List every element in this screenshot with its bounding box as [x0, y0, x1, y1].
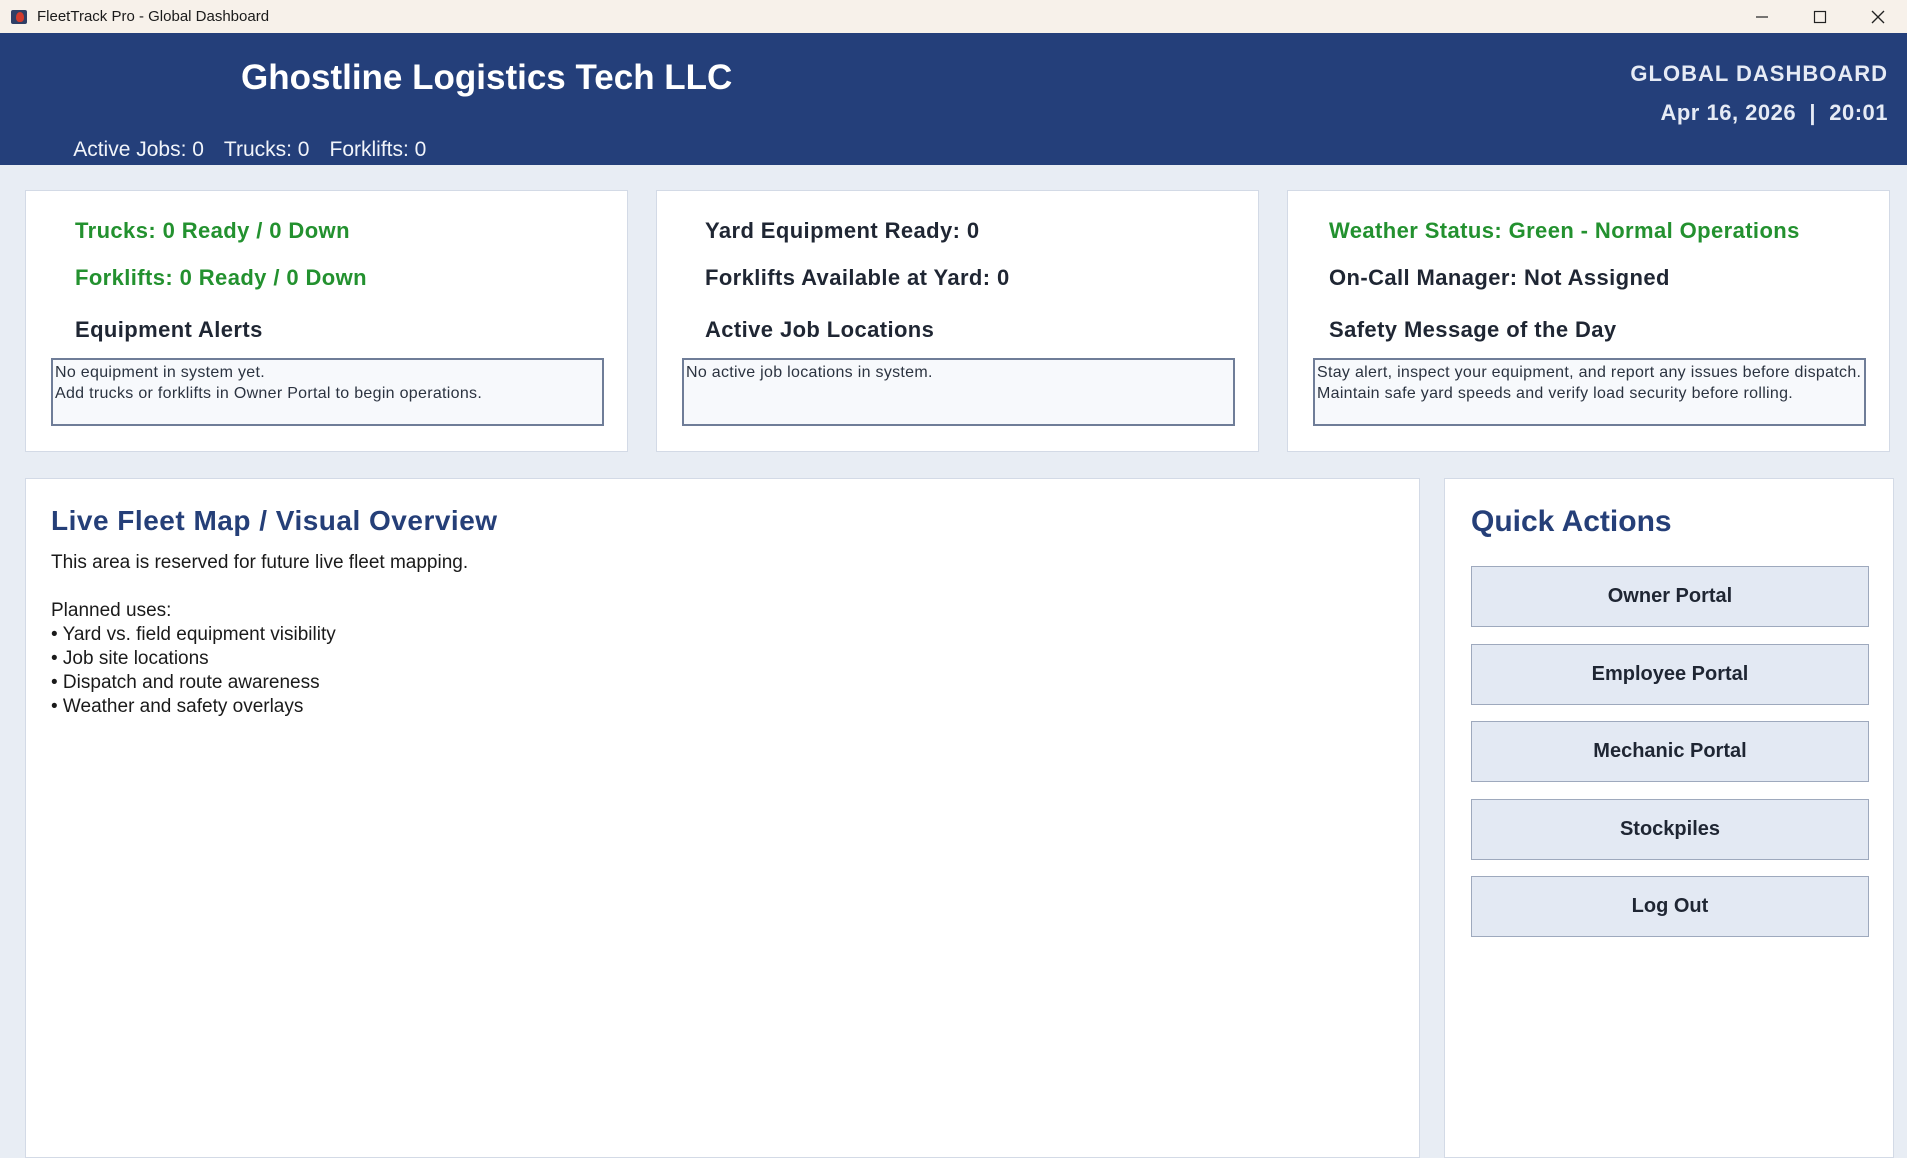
equipment-status-card: Trucks: 0 Ready / 0 Down Forklifts: 0 Re… [25, 190, 628, 452]
header-stats: Active Jobs: 0 Trucks: 0 Forklifts: 0 [51, 114, 446, 186]
forklifts-count: Forklifts: 0 [329, 138, 427, 161]
trucks-status: Trucks: 0 Ready / 0 Down [75, 218, 350, 243]
log-out-button[interactable]: Log Out [1471, 876, 1869, 937]
safety-message-box[interactable]: Stay alert, inspect your equipment, and … [1313, 358, 1866, 426]
employee-portal-button[interactable]: Employee Portal [1471, 644, 1869, 705]
forklifts-status: Forklifts: 0 Ready / 0 Down [75, 265, 367, 290]
job-locations-box[interactable]: No active job locations in system. [682, 358, 1235, 426]
trucks-count: Trucks: 0 [223, 138, 310, 161]
weather-status: Weather Status: Green - Normal Operation… [1329, 218, 1800, 243]
map-description: This area is reserved for future live fl… [51, 552, 469, 717]
mechanic-portal-button[interactable]: Mechanic Portal [1471, 721, 1869, 782]
map-title: Live Fleet Map / Visual Overview [51, 505, 498, 536]
fleet-map-panel: Live Fleet Map / Visual Overview This ar… [25, 478, 1420, 1158]
date-time: Apr 16, 2026 | 20:01 [1660, 100, 1888, 125]
dashboard-header: Ghostline Logistics Tech LLC Active Jobs… [0, 33, 1907, 165]
on-call-manager: On-Call Manager: Not Assigned [1329, 265, 1670, 290]
active-jobs-count: Active Jobs: 0 [73, 138, 204, 161]
yard-status-card: Yard Equipment Ready: 0 Forklifts Availa… [656, 190, 1259, 452]
company-name: Ghostline Logistics Tech LLC [241, 58, 733, 97]
minimize-icon[interactable] [1733, 0, 1791, 33]
app-icon [9, 7, 29, 27]
owner-portal-button[interactable]: Owner Portal [1471, 566, 1869, 627]
job-locations-heading: Active Job Locations [705, 317, 935, 342]
maximize-icon[interactable] [1791, 0, 1849, 33]
stockpiles-button[interactable]: Stockpiles [1471, 799, 1869, 860]
equipment-alerts-box[interactable]: No equipment in system yet. Add trucks o… [51, 358, 604, 426]
yard-equipment-ready: Yard Equipment Ready: 0 [705, 218, 980, 243]
close-icon[interactable] [1849, 0, 1907, 33]
dashboard-label: GLOBAL DASHBOARD [1630, 61, 1888, 86]
window-titlebar: FleetTrack Pro - Global Dashboard [0, 0, 1907, 33]
safety-message-heading: Safety Message of the Day [1329, 317, 1617, 342]
quick-actions-panel: Quick Actions Owner Portal Employee Port… [1444, 478, 1894, 1158]
quick-actions-title: Quick Actions [1471, 505, 1672, 538]
forklifts-available: Forklifts Available at Yard: 0 [705, 265, 1010, 290]
equipment-alerts-heading: Equipment Alerts [75, 317, 263, 342]
weather-safety-card: Weather Status: Green - Normal Operation… [1287, 190, 1890, 452]
window-title: FleetTrack Pro - Global Dashboard [37, 8, 270, 25]
